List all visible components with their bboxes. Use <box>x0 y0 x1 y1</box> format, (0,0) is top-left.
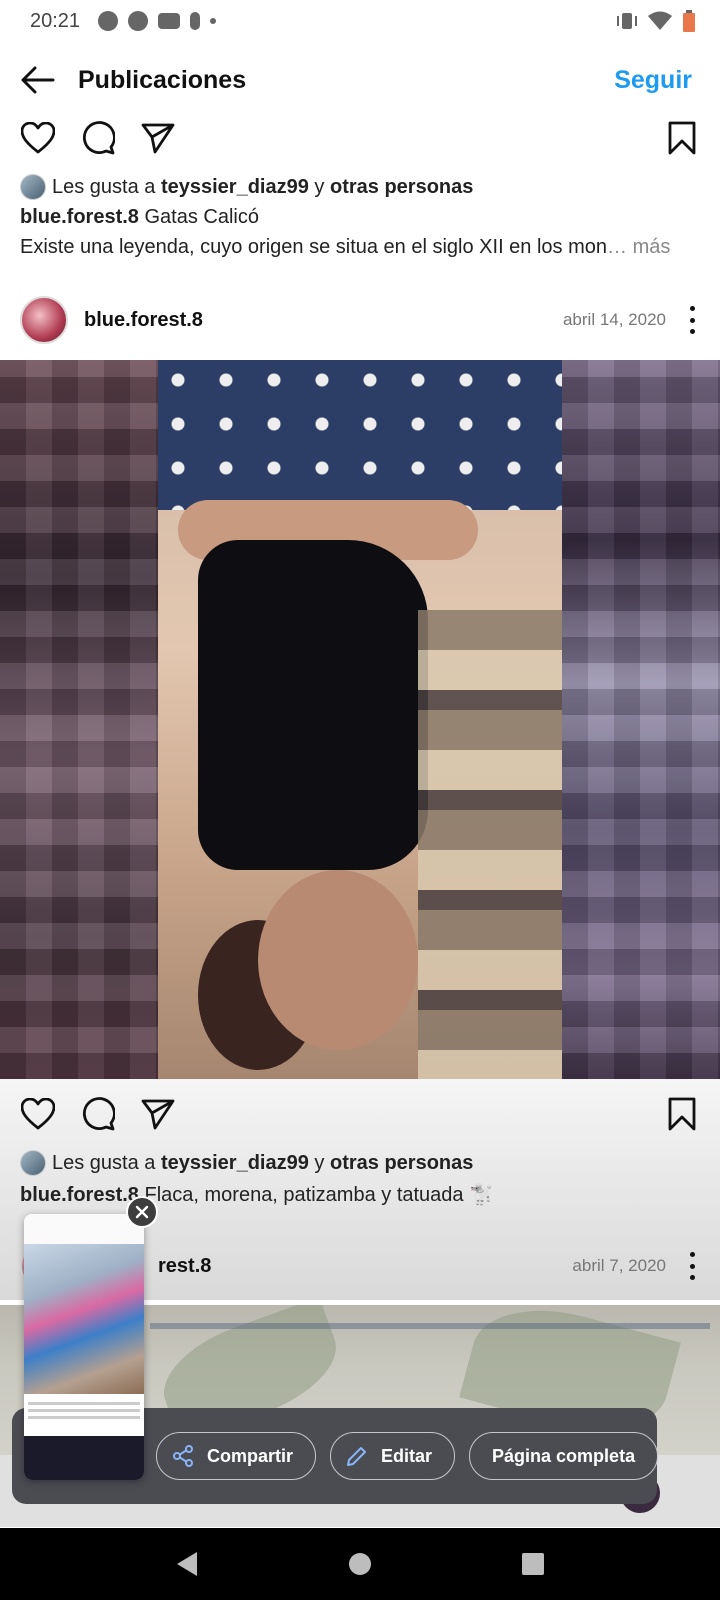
likes-others-link[interactable]: otras personas <box>330 1152 473 1175</box>
nav-back-button[interactable] <box>162 1539 212 1589</box>
more-options-button[interactable] <box>684 1252 700 1280</box>
full-page-label: Página completa <box>492 1445 636 1466</box>
caption-description: Existe una leyenda, cuyo origen se situa… <box>20 236 700 259</box>
liker-avatar <box>20 1150 46 1176</box>
wifi-icon <box>648 11 672 30</box>
share-icon <box>173 1445 193 1467</box>
share-button[interactable]: Compartir <box>156 1432 317 1480</box>
screenshot-thumbnail[interactable] <box>24 1214 144 1480</box>
page-title: Publicaciones <box>78 65 247 94</box>
post-header: blue.forest.8 abril 14, 2020 <box>0 290 720 350</box>
vibrate-icon <box>617 13 637 29</box>
likes-and: y <box>308 175 330 198</box>
bookmark-icon <box>668 121 696 155</box>
more-vertical-icon <box>689 306 695 311</box>
post-date: abril 14, 2020 <box>562 310 666 329</box>
system-navigation-bar <box>0 1528 720 1600</box>
comment-icon <box>82 121 115 155</box>
nav-home-button[interactable] <box>335 1539 385 1589</box>
post-username[interactable]: rest.8 <box>158 1255 211 1278</box>
back-button[interactable] <box>20 62 56 98</box>
caption-text: Flaca, morena, patizamba y tatuada 🐩 <box>138 1184 494 1206</box>
share-send-button[interactable] <box>140 1096 176 1132</box>
heart-icon <box>21 1098 55 1130</box>
like-button[interactable] <box>20 120 56 156</box>
likes-prefix: Les gusta a <box>52 175 161 198</box>
share-send-button[interactable] <box>140 120 176 156</box>
status-time: 20:21 <box>30 9 81 32</box>
pencil-icon <box>347 1447 367 1466</box>
caption-text: Gatas Calicó <box>138 206 259 228</box>
send-icon <box>141 123 175 154</box>
youtube-icon <box>158 13 181 29</box>
liker-username[interactable]: teyssier_diaz99 <box>161 1152 309 1175</box>
post-actions <box>0 116 720 160</box>
more-vertical-icon <box>689 1252 695 1257</box>
like-button[interactable] <box>20 1096 56 1132</box>
post-photo <box>158 360 562 1079</box>
pixelated-border-left <box>0 360 158 1079</box>
post-actions <box>0 1092 720 1136</box>
post-caption: blue.forest.8 Gatas Calicó <box>20 206 259 229</box>
microphone-icon <box>190 12 201 30</box>
caption-username[interactable]: blue.forest.8 <box>20 206 139 228</box>
likes-summary: Les gusta a teyssier_diaz99 y otras pers… <box>20 172 473 202</box>
more-options-button[interactable] <box>684 306 700 334</box>
close-icon <box>135 1205 149 1219</box>
post-image[interactable] <box>0 360 720 1079</box>
close-thumbnail-button[interactable] <box>126 1196 158 1228</box>
post-username[interactable]: blue.forest.8 <box>84 309 203 332</box>
send-icon <box>141 1099 175 1130</box>
more-notifications-icon <box>210 18 217 24</box>
share-label: Compartir <box>207 1445 294 1466</box>
save-button[interactable] <box>664 120 700 156</box>
heart-icon <box>21 122 55 154</box>
edit-button[interactable]: Editar <box>330 1432 456 1480</box>
battery-icon <box>683 10 695 32</box>
nav-recents-button[interactable] <box>508 1539 558 1589</box>
caption-ellipsis: … <box>607 236 628 258</box>
post-date: abril 7, 2020 <box>572 1256 666 1275</box>
likes-summary: Les gusta a teyssier_diaz99 y otras pers… <box>20 1148 473 1178</box>
liker-avatar <box>20 174 46 200</box>
full-page-button[interactable]: Página completa <box>469 1432 659 1480</box>
arrow-left-icon <box>21 66 55 94</box>
more-link[interactable]: más <box>627 236 671 258</box>
triangle-back-icon <box>176 1552 197 1576</box>
top-app-bar: Publicaciones Seguir <box>0 48 720 112</box>
chrome-icon <box>128 11 149 31</box>
comment-button[interactable] <box>80 1096 116 1132</box>
avatar[interactable] <box>20 296 68 344</box>
notification-icons <box>98 11 217 31</box>
pixelated-border-right <box>562 360 720 1079</box>
edit-label: Editar <box>381 1445 433 1466</box>
circle-home-icon <box>348 1553 371 1575</box>
facebook-icon <box>98 11 119 31</box>
square-recents-icon <box>522 1553 545 1575</box>
status-bar: 20:21 <box>0 0 720 42</box>
comment-icon <box>82 1097 115 1131</box>
likes-prefix: Les gusta a <box>52 1151 161 1174</box>
save-button[interactable] <box>664 1096 700 1132</box>
liker-username[interactable]: teyssier_diaz99 <box>161 176 309 199</box>
caption-username[interactable]: blue.forest.8 <box>20 1184 139 1206</box>
follow-button[interactable]: Seguir <box>614 66 692 95</box>
system-status-icons <box>616 10 696 32</box>
likes-others-link[interactable]: otras personas <box>330 176 473 199</box>
bookmark-icon <box>668 1097 696 1131</box>
post-caption: blue.forest.8 Flaca, morena, patizamba y… <box>20 1182 494 1207</box>
comment-button[interactable] <box>80 120 116 156</box>
likes-and: y <box>308 1151 330 1174</box>
caption-description-text: Existe una leyenda, cuyo origen se situa… <box>20 236 608 258</box>
